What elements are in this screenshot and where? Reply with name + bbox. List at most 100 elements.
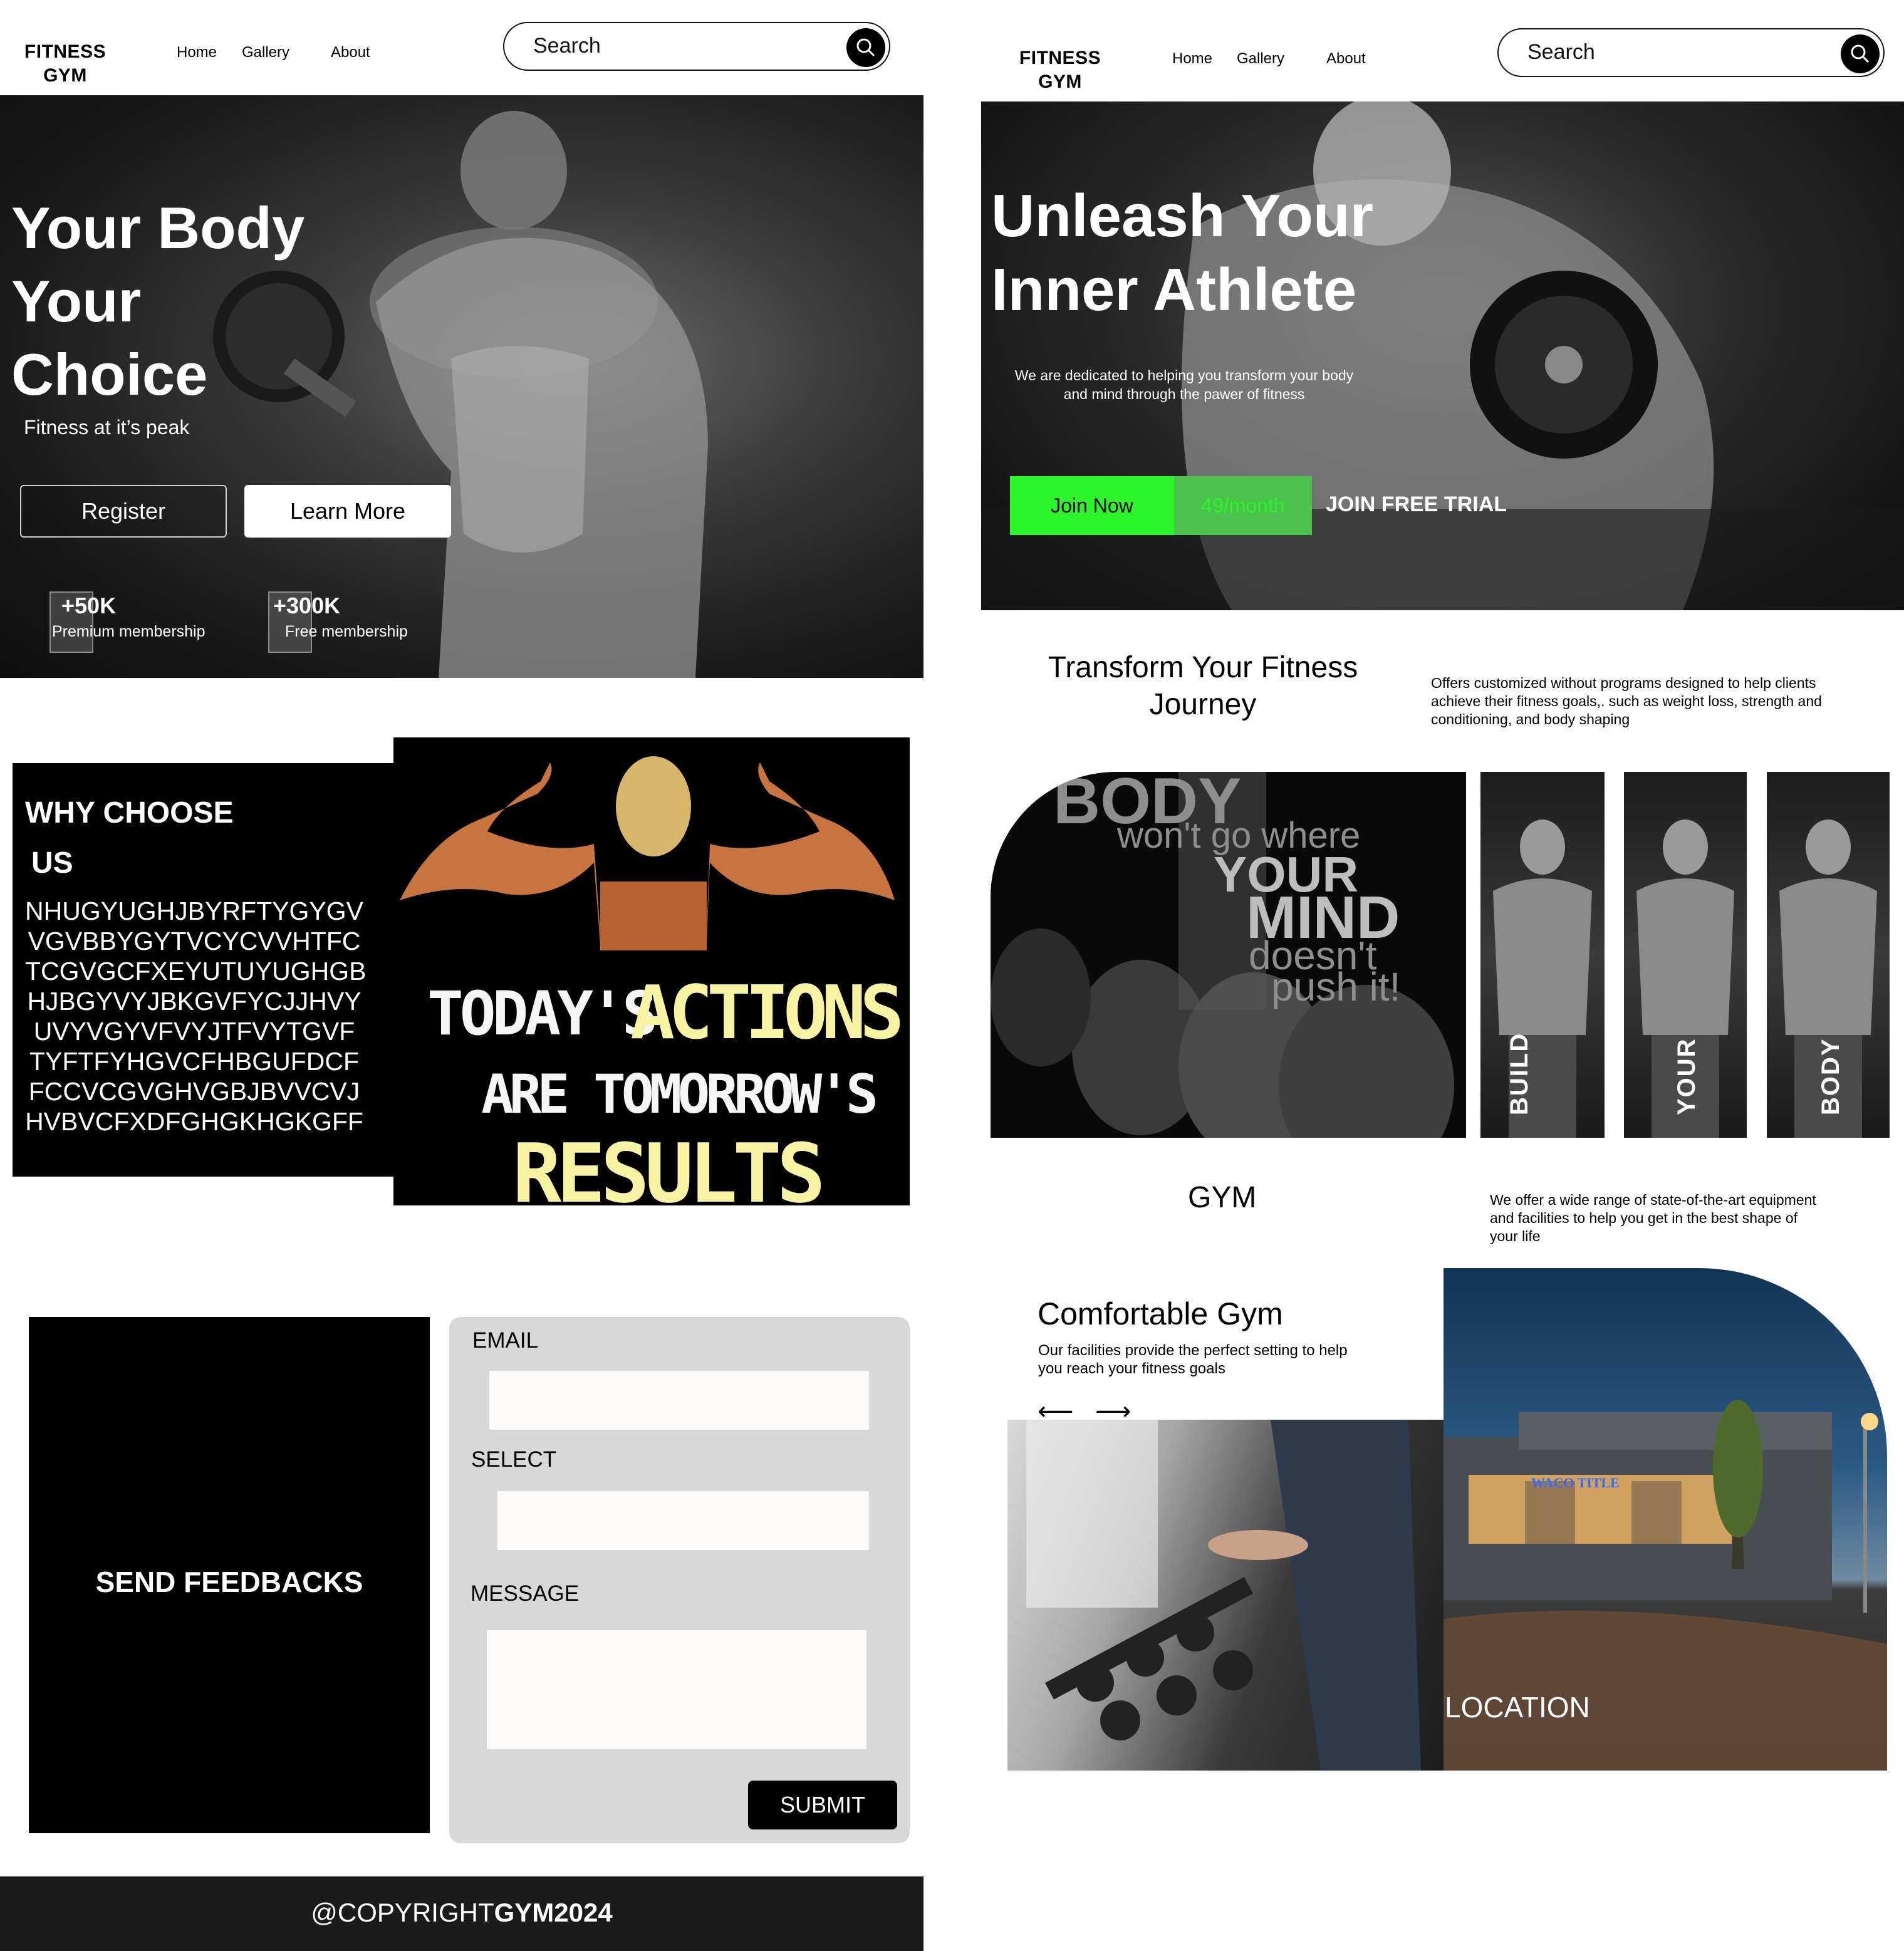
hero-title-line-3: Choice	[11, 341, 208, 407]
strip-label-build: BUILD	[1506, 1032, 1533, 1115]
feedback-form: EMAIL SELECT MESSAGE SUBMIT	[449, 1317, 910, 1843]
gym-description: We offer a wide range of state-of-the-ar…	[1490, 1191, 1816, 1246]
quote-line-6: push it!	[1271, 964, 1401, 1009]
gym-desc-line-3: your life	[1490, 1228, 1541, 1244]
hero-title-line-2: Inner Athlete	[991, 256, 1357, 323]
search-button[interactable]	[1841, 34, 1880, 73]
nav-gallery[interactable]: Gallery	[242, 44, 289, 61]
copyright-prefix: @COPYRIGHT	[311, 1898, 494, 1927]
why-title: WHY CHOOSE US	[25, 788, 233, 888]
brand-logo[interactable]: FITNESS GYM	[21, 40, 109, 88]
price-badge: 49/month	[1174, 476, 1312, 535]
stat-value-premium: +50K	[61, 593, 117, 618]
poster-line-1a: TODAY'S	[427, 979, 658, 1049]
hero-desc-line-2: and mind through the pawer of fitness	[1063, 386, 1305, 402]
stat-value-free: +300K	[273, 593, 341, 618]
location-photo[interactable]: WACO TITLE LOCATION	[1444, 1268, 1887, 1771]
gallery-strip-build[interactable]: BUILD	[1480, 772, 1605, 1138]
why-line: HJBGYVYJBKGVFYCJJHVY	[27, 987, 362, 1016]
gallery-strip-body[interactable]: BODY	[1767, 772, 1890, 1138]
search-icon	[856, 38, 875, 57]
why-line: NHUGYUGHJBYRFTYGYGV	[25, 897, 363, 925]
brand-line-2: GYM	[1038, 71, 1082, 92]
transform-description: Offers customized without programs desig…	[1431, 674, 1822, 729]
nav-gallery[interactable]: Gallery	[1237, 50, 1284, 68]
why-line: FCCVCGVGHVGBJBVVCVJ	[28, 1077, 360, 1106]
register-button[interactable]: Register	[20, 485, 227, 538]
email-field[interactable]	[489, 1371, 869, 1430]
footer: @COPYRIGHTGYM2024	[0, 1876, 923, 1951]
search-icon	[1851, 44, 1870, 63]
comfort-desc-line-1: Our facilities provide the perfect setti…	[1038, 1342, 1348, 1359]
comfort-title: Comfortable Gym	[1038, 1296, 1283, 1331]
hero-subtitle: Fitness at it’s peak	[24, 416, 190, 439]
poster-line-1b: ACTIONS	[630, 969, 904, 1056]
hero-title: Your Body Your Choice	[11, 191, 304, 411]
brand-line-1: FITNESS	[24, 41, 107, 62]
search-input[interactable]: Search	[1497, 28, 1885, 77]
transform-desc-line-3: conditioning, and body shaping	[1431, 711, 1630, 727]
transform-title-line-2: Journey	[1149, 688, 1257, 721]
submit-button[interactable]: SUBMIT	[748, 1781, 897, 1829]
location-label: LOCATION	[1445, 1691, 1590, 1724]
quote-image: BODY won't go where YOUR MIND doesn't pu…	[991, 772, 1466, 1138]
transform-desc-line-1: Offers customized without programs desig…	[1431, 675, 1816, 691]
hero-title-line-2: Your	[11, 268, 142, 334]
why-line: VGVBBYGYTVCYCVVHTFC	[28, 927, 361, 955]
comfort-desc-line-2: you reach your fitness goals	[1038, 1360, 1225, 1377]
why-line: UVYVGYVFVYJTFVYTGVF	[33, 1017, 355, 1046]
search-button[interactable]	[846, 28, 885, 67]
transform-title-line-1: Transform Your Fitness	[1048, 651, 1358, 684]
copyright-text: @COPYRIGHTGYM2024	[0, 1898, 923, 1928]
message-field[interactable]	[487, 1630, 866, 1749]
transform-desc-line-2: achieve their fitness goals,. such as we…	[1431, 693, 1822, 709]
why-line: HVBVCFXDFGHGKHGKGFF	[25, 1107, 363, 1136]
nav-home[interactable]: Home	[1172, 50, 1212, 68]
free-trial-link[interactable]: JOIN FREE TRIAL	[1326, 492, 1507, 517]
search-input[interactable]: Search	[503, 22, 890, 71]
stat-label-free: Free membership	[285, 623, 408, 640]
brand-logo[interactable]: FITNESS GYM	[1016, 46, 1104, 94]
motivation-poster: TODAY'S ACTIONS ARE TOMORROW'S RESULTS	[393, 737, 910, 1205]
message-label: MESSAGE	[471, 1581, 580, 1606]
learn-more-button[interactable]: Learn More	[244, 485, 451, 538]
why-body: NHUGYUGHJBYRFTYGYGV VGVBBYGYTVCYCVVHTFC …	[25, 896, 367, 1137]
strip-label-your: YOUR	[1673, 1038, 1700, 1115]
poster-line-2: ARE TOMORROW'S	[481, 1063, 878, 1126]
copyright-bold: GYM2024	[494, 1898, 613, 1927]
building-sign: WACO TITLE	[1531, 1475, 1620, 1491]
feedback-panel: SEND FEEDBACKS	[29, 1317, 430, 1833]
woman-dumbbell-illustration	[1026, 1420, 1421, 1771]
why-title-line-2: US	[31, 846, 73, 880]
stat-label-premium: Premium membership	[52, 623, 205, 640]
email-label: EMAIL	[472, 1328, 539, 1353]
hero-desc-line-1: We are dedicated to helping you transfor…	[1014, 367, 1354, 383]
gym-desc-line-2: and facilities to help you get in the be…	[1490, 1210, 1797, 1226]
select-field[interactable]	[497, 1491, 869, 1550]
hero-title-line-1: Unleash Your	[991, 182, 1373, 249]
brand-line-2: GYM	[43, 65, 87, 86]
gym-title: GYM	[1188, 1181, 1257, 1214]
join-now-button[interactable]: Join Now	[1010, 476, 1174, 535]
gym-desc-line-1: We offer a wide range of state-of-the-ar…	[1490, 1192, 1816, 1208]
hero-title: Unleash Your Inner Athlete	[991, 179, 1373, 327]
nav-about[interactable]: About	[331, 44, 370, 61]
nav-about[interactable]: About	[1326, 50, 1366, 68]
comfort-description: Our facilities provide the perfect setti…	[1038, 1341, 1348, 1378]
gallery-strip-your[interactable]: YOUR	[1624, 772, 1747, 1138]
transform-title: Transform Your Fitness Journey	[1027, 649, 1378, 723]
brand-line-1: FITNESS	[1019, 48, 1101, 68]
why-line: TYFTFYHGVCFHBGUFDCF	[29, 1047, 360, 1076]
why-title-line-1: WHY CHOOSE	[25, 796, 234, 830]
why-line: TCGVGCFXEYUTUYUGHGB	[25, 957, 367, 986]
hero-description: We are dedicated to helping you transfor…	[990, 366, 1378, 403]
dumbbell-photo	[1007, 1420, 1444, 1771]
nav-home[interactable]: Home	[177, 44, 217, 61]
search-placeholder: Search	[533, 34, 601, 58]
feedback-panel-title: SEND FEEDBACKS	[95, 1566, 363, 1598]
search-placeholder: Search	[1527, 40, 1595, 64]
poster-line-3: RESULTS	[512, 1126, 826, 1205]
select-label: SELECT	[471, 1447, 557, 1472]
man-illustration	[1493, 819, 1592, 1138]
why-choose-panel: WHY CHOOSE US NHUGYUGHJBYRFTYGYGV VGVBBY…	[13, 763, 395, 1177]
